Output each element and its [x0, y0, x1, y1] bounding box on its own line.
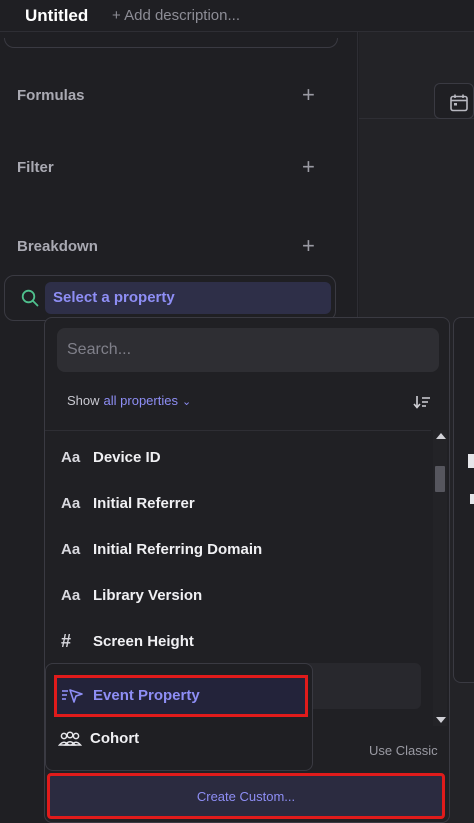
top-bar: Untitled + Add description...	[0, 0, 474, 32]
cohort-label: Cohort	[90, 730, 140, 747]
property-label: Initial Referring Domain	[93, 541, 263, 558]
create-custom-menu: Event Property Cohort	[45, 663, 313, 771]
side-card	[453, 317, 474, 683]
filter-label: Filter	[17, 159, 54, 176]
formulas-label: Formulas	[17, 87, 85, 104]
chevron-down-icon[interactable]: ⌄	[182, 395, 191, 408]
use-classic-link[interactable]: Use Classic	[369, 743, 438, 758]
property-label: Device ID	[93, 449, 161, 466]
cohort-option[interactable]: Cohort	[54, 721, 308, 763]
property-item[interactable]: Aa Device ID	[45, 439, 431, 479]
text-type-icon: Aa	[61, 541, 81, 558]
add-filter-button[interactable]: +	[302, 156, 315, 178]
number-type-icon: #	[61, 631, 72, 651]
property-item[interactable]: Aa Initial Referring Domain	[45, 531, 431, 571]
side-card-mark	[470, 494, 474, 504]
text-type-icon: Aa	[61, 587, 81, 604]
dropdown-divider	[45, 430, 431, 431]
scroll-down-arrow-icon[interactable]	[436, 717, 446, 723]
property-item[interactable]: Aa Initial Referrer	[45, 485, 431, 525]
property-label: Initial Referrer	[93, 495, 195, 512]
text-type-icon: Aa	[61, 449, 81, 466]
scrollbar-thumb[interactable]	[435, 466, 445, 492]
event-property-icon	[62, 689, 83, 703]
date-picker-button[interactable]	[434, 83, 474, 119]
property-label: Screen Height	[93, 633, 194, 650]
show-filter-dropdown[interactable]: all properties	[104, 393, 178, 408]
side-card-mark	[468, 454, 474, 468]
calendar-icon	[450, 94, 468, 112]
property-label: Library Version	[93, 587, 203, 604]
sort-icon[interactable]	[413, 394, 431, 410]
property-item[interactable]: # Screen Height	[45, 623, 431, 663]
previous-section-border	[4, 38, 338, 48]
text-type-icon: Aa	[61, 495, 81, 512]
select-property-label: Select a property	[53, 289, 175, 306]
add-formula-button[interactable]: +	[302, 84, 315, 106]
search-icon	[21, 289, 39, 307]
event-property-label: Event Property	[93, 687, 200, 704]
property-search-input[interactable]	[57, 328, 439, 372]
breakdown-label: Breakdown	[17, 238, 98, 255]
report-title[interactable]: Untitled	[25, 6, 88, 26]
breakdown-select-row[interactable]: Select a property	[4, 275, 336, 321]
create-custom-label: Create Custom...	[196, 789, 296, 804]
show-label: Show	[67, 393, 100, 408]
show-filter-row: Show all properties ⌄	[67, 393, 191, 408]
list-scrollbar[interactable]	[433, 430, 447, 726]
property-item[interactable]: Aa Library Version	[45, 577, 431, 617]
scroll-up-arrow-icon[interactable]	[436, 433, 446, 439]
add-breakdown-button[interactable]: +	[302, 235, 315, 257]
create-custom-button[interactable]: Create Custom...	[47, 773, 445, 819]
event-property-option[interactable]: Event Property	[54, 675, 308, 717]
select-property-button[interactable]: Select a property	[45, 282, 331, 314]
add-description-link[interactable]: + Add description...	[112, 7, 240, 24]
cohort-icon	[58, 731, 82, 746]
